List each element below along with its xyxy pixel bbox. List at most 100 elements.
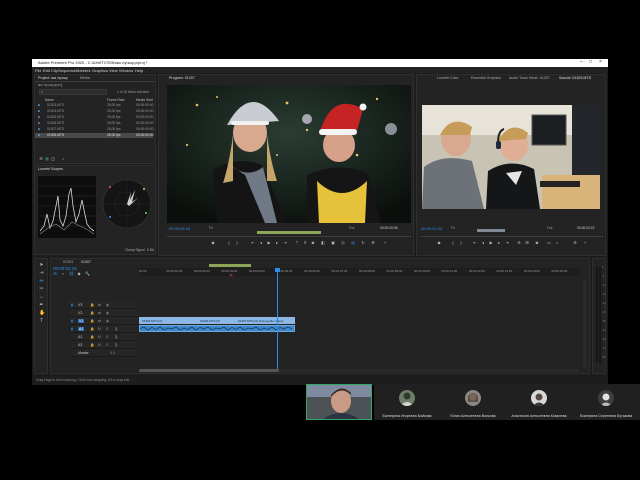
program-current-timecode[interactable]: 00:00:04:16 — [169, 226, 190, 231]
insert-icon[interactable]: ⊕ — [517, 241, 521, 245]
track-select-tool-icon[interactable]: ⇥ — [39, 271, 44, 276]
source-fit-select[interactable]: Fit — [451, 226, 455, 230]
lock-icon[interactable]: 🔒 — [90, 303, 94, 307]
step-forward-icon[interactable]: ▸ — [497, 241, 501, 245]
solo-button[interactable]: S — [106, 343, 108, 347]
checkbox-icon[interactable]: ■ — [38, 127, 40, 131]
safe-margins-icon[interactable]: ▣ — [331, 241, 335, 245]
export-frame-icon[interactable]: ◙ — [311, 241, 315, 245]
scrollbar-thumb[interactable] — [139, 369, 279, 372]
menu-help[interactable]: Help — [135, 68, 143, 73]
vr-icon[interactable]: ◎ — [341, 241, 345, 245]
list-item[interactable]: ■ 01304.MTS 25,00 fps 00:00:00:00 — [35, 109, 153, 114]
slip-tool-icon[interactable]: ↔ — [39, 295, 44, 300]
tab-sequence-01307[interactable]: 01307 — [81, 260, 91, 264]
go-to-out-icon[interactable]: ⇥ — [283, 241, 287, 245]
tab-media[interactable]: Media — [80, 76, 90, 80]
mute-button[interactable]: M — [98, 335, 101, 339]
source-scrubber[interactable] — [421, 236, 603, 237]
lock-icon[interactable]: 🔒 — [90, 319, 94, 323]
list-item[interactable]: ■ 01303.MTS 25,00 fps 00:00:00:00 — [35, 103, 153, 108]
lift-icon[interactable]: ⇡ — [295, 241, 299, 245]
mark-out-icon[interactable]: } — [235, 241, 239, 245]
freeform-view-icon[interactable]: ◫ — [51, 157, 55, 161]
export-frame-icon[interactable]: ◙ — [535, 241, 539, 245]
mute-button[interactable]: M — [98, 343, 101, 347]
participant-tile-active[interactable] — [306, 384, 372, 420]
lock-icon[interactable]: 🔒 — [90, 311, 94, 315]
list-item[interactable]: ■ 01305.MTS 25,00 fps 00:00:00:00 — [35, 115, 153, 120]
playhead-handle[interactable] — [275, 268, 280, 272]
menu-clip[interactable]: Clip — [51, 68, 58, 73]
play-icon[interactable]: ▶ — [489, 241, 493, 245]
menu-markers[interactable]: Markers — [76, 68, 90, 73]
sync-lock-icon[interactable]: ⇄ — [98, 311, 101, 315]
tab-source[interactable]: Source: 01303.MTS — [559, 76, 591, 80]
add-button-icon[interactable]: + — [583, 241, 587, 245]
marker-icon[interactable]: ◆ — [211, 241, 215, 245]
eye-icon[interactable]: ◉ — [106, 311, 109, 315]
drag-video-icon[interactable]: ▭ — [547, 241, 551, 245]
source-patch-v1[interactable]: ▮ — [71, 319, 73, 323]
microphone-icon[interactable]: 🎙 — [114, 343, 118, 347]
menu-view[interactable]: View — [109, 68, 118, 73]
hand-tool-icon[interactable]: ✋ — [39, 311, 45, 316]
go-to-in-icon[interactable]: ⇤ — [251, 241, 255, 245]
source-range-bar[interactable] — [477, 229, 505, 232]
go-to-out-icon[interactable]: ⇥ — [505, 241, 509, 245]
solo-button[interactable]: S — [106, 335, 108, 339]
track-header-v2[interactable]: V2 🔒 ⇄ ◉ — [70, 309, 138, 317]
play-icon[interactable]: ▶ — [267, 241, 271, 245]
column-name[interactable]: Name — [45, 98, 54, 102]
step-forward-icon[interactable]: ▸ — [275, 241, 279, 245]
settings-icon[interactable]: ⚙ — [573, 241, 577, 245]
menu-graphics[interactable]: Graphics — [92, 68, 108, 73]
selection-tool-icon[interactable]: ➤ — [39, 263, 44, 268]
loop-icon[interactable]: ↻ — [361, 241, 365, 245]
video-clip[interactable]: 01307.MTS [V] [Composite Video] — [235, 317, 295, 324]
drag-audio-icon[interactable]: ≈ — [555, 241, 559, 245]
add-marker-icon[interactable]: ◆ — [77, 272, 81, 276]
time-ruler[interactable]: 00:00 00:00:01:00 00:00:02:00 00:00:03:00 00… — [139, 268, 579, 276]
track-header-master[interactable]: Master 0.0 — [70, 349, 138, 357]
marker-icon[interactable]: ◆ — [437, 241, 441, 245]
column-media-start[interactable]: Media Start — [136, 98, 153, 102]
list-item-selected[interactable]: ■ 01308.MTS 25,00 fps 00:00:00:00 — [35, 133, 153, 138]
marker-icon[interactable]: ✕ — [229, 274, 233, 279]
menu-window[interactable]: Window — [119, 68, 133, 73]
overwrite-icon[interactable]: ⊞ — [525, 241, 529, 245]
track-header-a1[interactable]: ▮ A1 🔒 M S 🎙 — [70, 325, 138, 333]
audio-clip[interactable] — [139, 325, 295, 332]
ripple-edit-tool-icon[interactable]: ⇹ — [39, 279, 44, 284]
checkbox-icon[interactable]: ■ — [38, 109, 40, 113]
microphone-icon[interactable]: 🎙 — [114, 327, 118, 331]
participant-tile[interactable]: Екатерина Игоревна Бойкова — [374, 384, 440, 420]
maximize-button[interactable]: □ — [589, 59, 592, 65]
zoom-slider[interactable]: ○ — [61, 157, 65, 161]
vertical-scrollbar[interactable] — [583, 279, 586, 367]
comparison-view-icon[interactable]: ◧ — [321, 241, 325, 245]
insert-sequence-icon[interactable]: ⊞ — [53, 272, 57, 276]
mark-in-icon[interactable]: { — [227, 241, 231, 245]
menu-file[interactable]: File — [35, 68, 41, 73]
checkbox-icon[interactable]: ■ — [38, 103, 40, 107]
checkbox-icon[interactable]: ■ — [38, 121, 40, 125]
horizontal-scrollbar[interactable] — [139, 369, 579, 372]
lock-icon[interactable]: 🔒 — [90, 343, 94, 347]
eye-icon[interactable]: ◉ — [106, 319, 109, 323]
bit-depth-label[interactable]: 8 Bit — [147, 248, 154, 252]
sync-lock-icon[interactable]: ⇄ — [98, 319, 101, 323]
extract-icon[interactable]: ⇞ — [303, 241, 307, 245]
icon-view-icon[interactable]: ▦ — [45, 157, 49, 161]
mark-out-icon[interactable]: } — [459, 241, 463, 245]
clamp-signal-label[interactable]: Clamp Signal — [125, 248, 145, 252]
mute-button[interactable]: M — [98, 327, 101, 331]
source-current-timecode[interactable]: 00:00:01:24 — [421, 226, 442, 231]
column-frame-rate[interactable]: Frame Rate — [107, 98, 124, 102]
tab-essential-graphics[interactable]: Essential Graphics — [471, 76, 501, 80]
checkbox-icon[interactable]: ■ — [38, 115, 40, 119]
tab-lumetri-scopes[interactable]: Lumetri Scopes — [38, 167, 63, 171]
playhead[interactable] — [277, 268, 278, 370]
menu-sequence[interactable]: Sequence — [58, 68, 76, 73]
list-view-icon[interactable]: ☰ — [39, 157, 43, 161]
